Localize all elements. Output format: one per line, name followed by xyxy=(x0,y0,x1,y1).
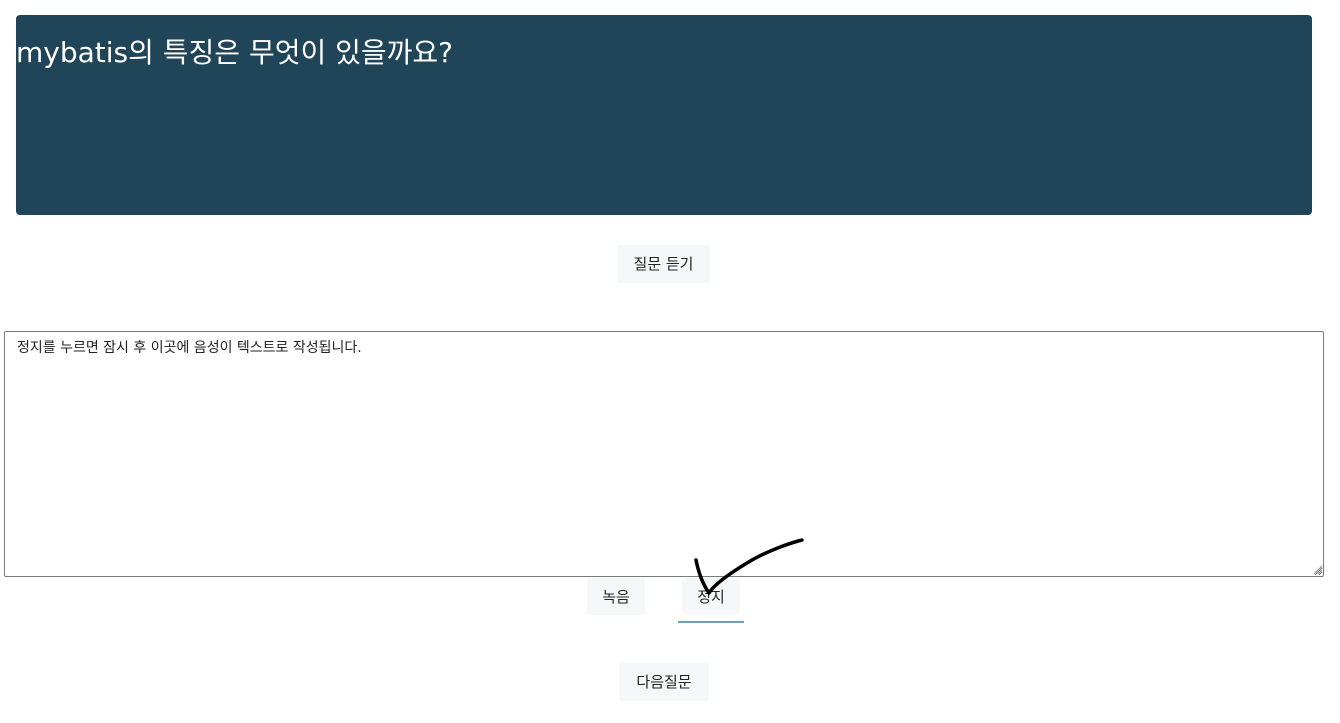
question-text: mybatis의 특징은 무엇이 있을까요? xyxy=(16,36,454,69)
record-button[interactable]: 녹음 xyxy=(587,578,645,615)
answer-textarea[interactable]: 정지를 누르면 잠시 후 이곳에 음성이 텍스트로 작성됩니다. xyxy=(4,331,1324,577)
stop-button-active-indicator xyxy=(678,621,744,623)
stop-button[interactable]: 정지 xyxy=(682,578,740,615)
resize-grip-icon[interactable] xyxy=(1312,564,1323,575)
listen-question-button[interactable]: 질문 듣기 xyxy=(617,245,710,283)
next-question-button[interactable]: 다음질문 xyxy=(619,663,709,701)
question-banner: mybatis의 특징은 무엇이 있을까요? xyxy=(16,15,1312,215)
interview-practice-page: mybatis의 특징은 무엇이 있을까요? 질문 듣기 정지를 누르면 잠시 … xyxy=(0,0,1340,723)
